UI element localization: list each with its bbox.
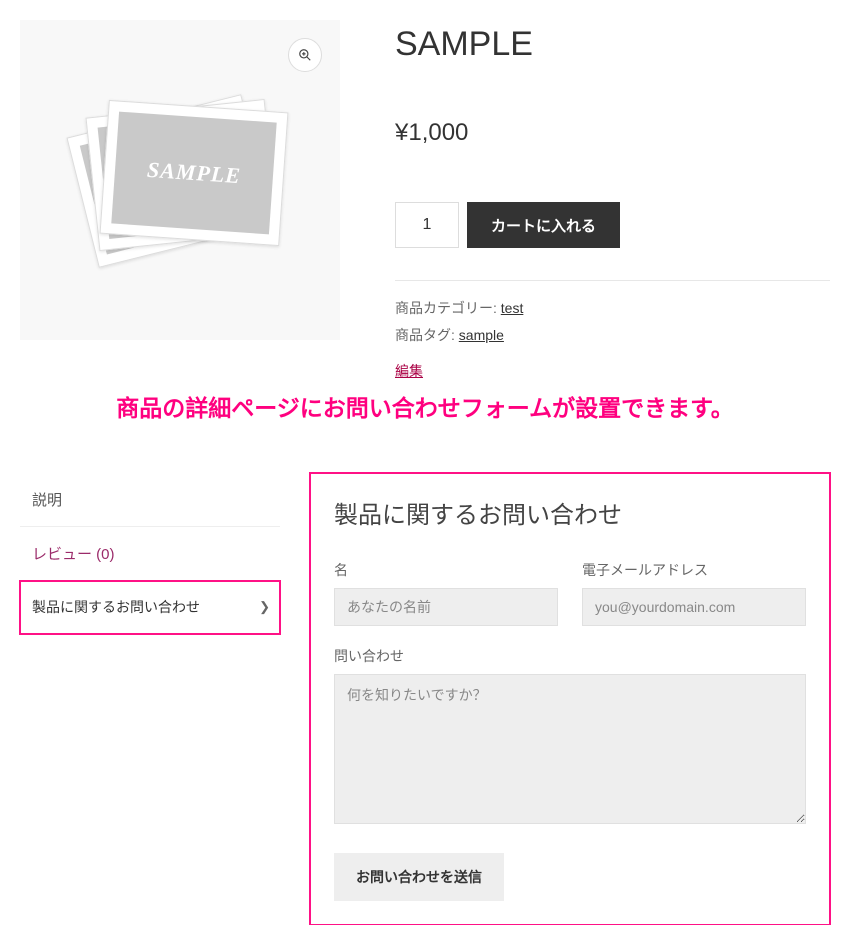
inquiry-form-title: 製品に関するお問い合わせ [334, 495, 806, 530]
quantity-input[interactable] [395, 202, 459, 248]
category-link[interactable]: test [501, 300, 524, 316]
tab-description[interactable]: 説明 [20, 473, 280, 527]
product-gallery: SAMPLE [20, 20, 340, 340]
edit-link[interactable]: 編集 [395, 363, 423, 379]
product-title: SAMPLE [395, 25, 830, 64]
chevron-right-icon: ❯ [259, 599, 270, 615]
email-input[interactable] [582, 588, 806, 626]
product-price: ¥1,000 [395, 119, 830, 147]
category-label: 商品カテゴリー: [395, 300, 497, 316]
product-tabs: 説明 レビュー (0) 製品に関するお問い合わせ ❯ [20, 473, 280, 634]
message-label: 問い合わせ [334, 646, 806, 666]
zoom-icon[interactable] [288, 38, 322, 72]
submit-inquiry-button[interactable]: お問い合わせを送信 [334, 853, 504, 901]
email-label: 電子メールアドレス [582, 560, 806, 580]
name-label: 名 [334, 560, 558, 580]
product-image-placeholder[interactable]: SAMPLE [80, 90, 280, 270]
tag-link[interactable]: sample [459, 327, 504, 343]
annotation-callout: 商品の詳細ページにお問い合わせフォームが設置できます。 [20, 389, 830, 423]
tab-reviews[interactable]: レビュー (0) [20, 527, 280, 581]
tag-label: 商品タグ: [395, 327, 455, 343]
name-input[interactable] [334, 588, 558, 626]
add-to-cart-button[interactable]: カートに入れる [467, 202, 620, 248]
tab-inquiry-label: 製品に関するお問い合わせ [32, 599, 200, 615]
tab-inquiry[interactable]: 製品に関するお問い合わせ ❯ [20, 581, 280, 634]
message-textarea[interactable] [334, 674, 806, 824]
sample-image-text: SAMPLE [111, 112, 276, 235]
inquiry-panel: 製品に関するお問い合わせ 名 電子メールアドレス 問い合わせ お問い合わせを送信 [310, 473, 830, 925]
